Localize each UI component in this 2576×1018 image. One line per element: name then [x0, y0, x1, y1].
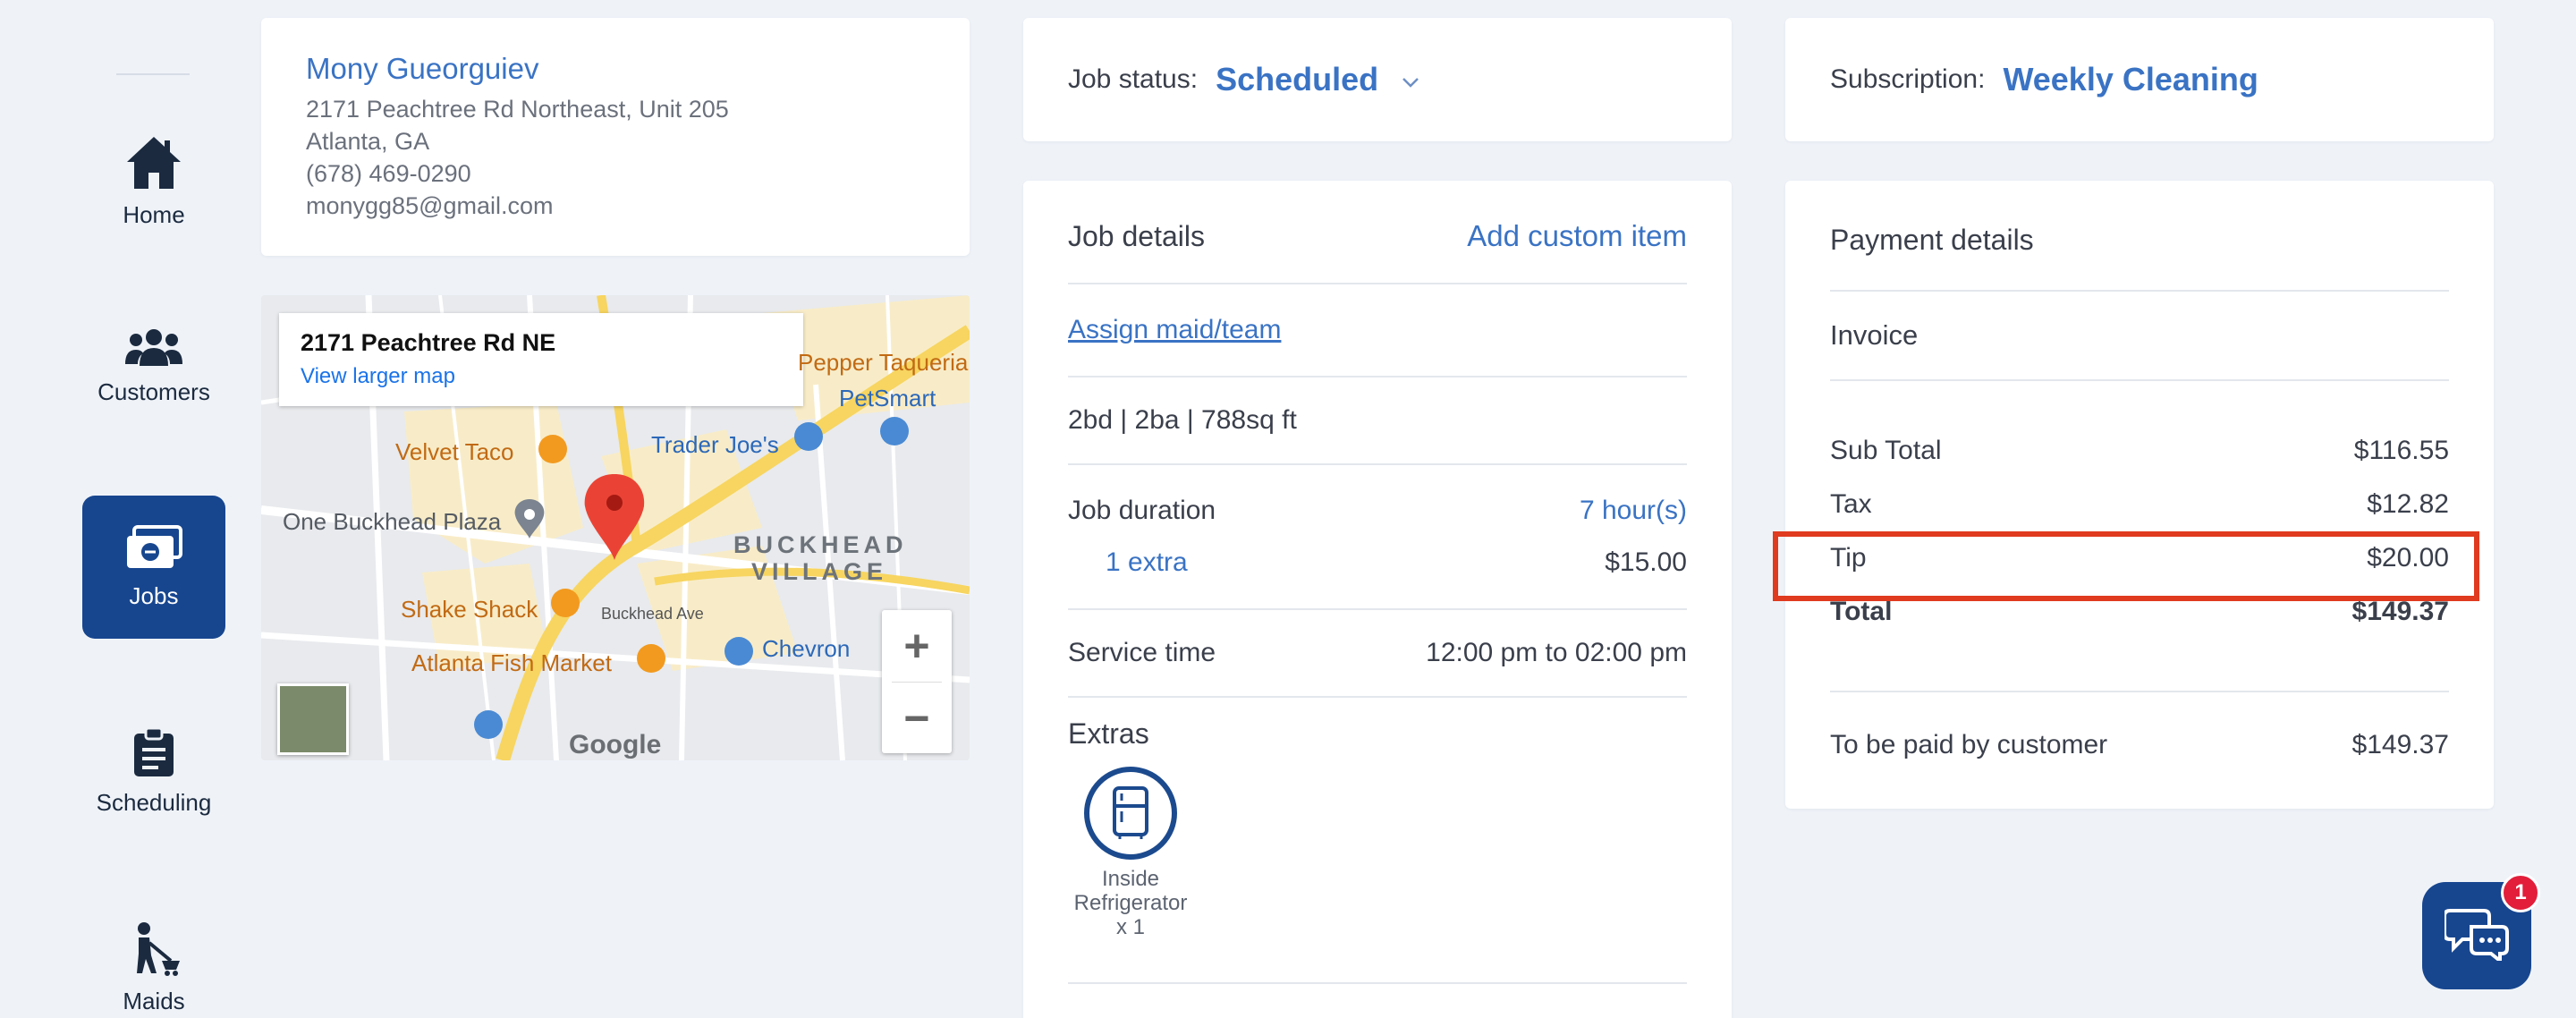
- job-duration-value[interactable]: 7 hour(s): [1580, 496, 1687, 526]
- extra-price: $15.00: [1605, 547, 1687, 577]
- add-custom-item-button[interactable]: Add custom item: [1467, 219, 1687, 253]
- map-district-buckhead: BUCKHEAD: [733, 531, 908, 558]
- extra-item[interactable]: Inside Refrigerator x 1: [1068, 767, 1193, 939]
- map-place-shake-shack[interactable]: Shake Shack: [401, 596, 538, 624]
- total-label: Total: [1830, 597, 1893, 626]
- tax-label: Tax: [1830, 489, 1872, 519]
- sidebar-item-label: Home: [123, 200, 185, 228]
- subtotal-label: Sub Total: [1830, 436, 1942, 465]
- customer-name[interactable]: Mony Gueorguiev: [306, 52, 925, 86]
- property-info: 2bd | 2ba | 788sq ft: [1068, 378, 1687, 465]
- payment-details-title: Payment details: [1830, 181, 2449, 292]
- jobs-icon: [125, 524, 182, 572]
- users-icon: [125, 328, 182, 368]
- tax-row: Tax $12.82: [1830, 478, 2449, 531]
- sidebar-item-label: Jobs: [129, 581, 179, 609]
- sidebar: Home Customers Jobs Scheduling Maids: [0, 0, 225, 1018]
- satellite-toggle[interactable]: [277, 683, 349, 755]
- job-details-title: Job details: [1068, 219, 1205, 252]
- extra-count-link[interactable]: 1 extra: [1068, 547, 1188, 578]
- to-be-paid-row: To be paid by customer $149.37: [1830, 692, 2449, 798]
- service-time-label: Service time: [1068, 638, 1216, 667]
- maid-icon: [126, 921, 182, 977]
- job-duration-label: Job duration: [1068, 496, 1216, 525]
- sidebar-item-label: Customers: [97, 378, 210, 405]
- sidebar-item-jobs[interactable]: Jobs: [82, 496, 225, 639]
- refrigerator-icon: [1084, 767, 1177, 860]
- map-street-buckhead-ave: Buckhead Ave: [601, 605, 704, 623]
- tip-highlight-box: [1773, 531, 2479, 601]
- customer-address: 2171 Peachtree Rd Northeast, Unit 205: [306, 96, 729, 123]
- home-icon: [125, 135, 182, 191]
- location-map[interactable]: 2171 Peachtree Rd NE View larger map Vel…: [261, 295, 970, 760]
- sidebar-item-customers[interactable]: Customers: [82, 295, 225, 438]
- sidebar-item-label: Maids: [123, 987, 185, 1014]
- subscription-label: Subscription:: [1830, 64, 1986, 94]
- map-place-petsmart[interactable]: PetSmart: [839, 385, 936, 412]
- map-place-pepper-taqueria[interactable]: Pepper Taqueria: [798, 349, 968, 377]
- subscription-value[interactable]: Weekly Cleaning: [2003, 61, 2258, 98]
- to-be-paid-label: To be paid by customer: [1830, 730, 2108, 759]
- job-details-header: Job details Add custom item: [1068, 181, 1687, 284]
- chevron-down-icon[interactable]: [1402, 66, 1419, 94]
- job-details-card: Job details Add custom item Assign maid/…: [1023, 181, 1732, 1018]
- zoom-in-button[interactable]: +: [882, 610, 952, 682]
- clipboard-icon: [132, 726, 175, 778]
- map-district-village: VILLAGE: [751, 558, 888, 585]
- view-larger-map-link[interactable]: View larger map: [301, 364, 782, 389]
- customer-phone: (678) 469-0290: [306, 160, 471, 187]
- job-status-value[interactable]: Scheduled: [1216, 61, 1378, 98]
- subtotal-row: Sub Total $116.55: [1830, 424, 2449, 478]
- extras-section: Extras Inside Refrigerator x 1: [1068, 698, 1687, 984]
- map-place-chevron[interactable]: Chevron: [762, 635, 850, 663]
- sidebar-item-label: Scheduling: [96, 788, 212, 816]
- zoom-out-button[interactable]: −: [882, 683, 952, 754]
- customer-city: Atlanta, GA: [306, 128, 430, 155]
- notification-badge: 1: [2501, 873, 2540, 912]
- map-info-address: 2171 Peachtree Rd NE: [301, 329, 556, 356]
- map-place-velvet-taco[interactable]: Velvet Taco: [395, 438, 514, 466]
- job-status-label: Job status:: [1068, 64, 1199, 94]
- service-time-row: Service time 12:00 pm to 02:00 pm: [1068, 610, 1687, 698]
- map-place-trader-joes[interactable]: Trader Joe's: [651, 431, 779, 459]
- to-be-paid-value: $149.37: [2351, 730, 2449, 759]
- assign-row: Assign maid/team: [1068, 284, 1687, 378]
- google-logo: Google: [569, 730, 662, 759]
- map-place-atlanta-fish-market[interactable]: Atlanta Fish Market: [411, 649, 612, 677]
- map-info-window: 2171 Peachtree Rd NE View larger map: [279, 313, 803, 406]
- payment-details-card: Payment details Invoice Sub Total $116.5…: [1785, 181, 2494, 809]
- sidebar-item-scheduling[interactable]: Scheduling: [82, 700, 225, 843]
- sidebar-item-maids[interactable]: Maids: [82, 896, 225, 1018]
- job-duration-section: Job duration 7 hour(s) 1 extra $15.00: [1068, 465, 1687, 610]
- subscription-card: Subscription: Weekly Cleaning: [1785, 18, 2494, 141]
- customer-card: Mony Gueorguiev 2171 Peachtree Rd Northe…: [261, 18, 970, 256]
- sidebar-divider: [116, 73, 190, 75]
- tax-value: $12.82: [2367, 489, 2449, 519]
- total-value: $149.37: [2351, 597, 2449, 626]
- subtotal-value: $116.55: [2353, 436, 2449, 465]
- sidebar-item-home[interactable]: Home: [82, 110, 225, 253]
- extra-item-label: Inside Refrigerator x 1: [1073, 867, 1188, 939]
- invoice-link[interactable]: Invoice: [1830, 292, 2449, 381]
- assign-maid-team-link[interactable]: Assign maid/team: [1068, 315, 1281, 345]
- job-status-card: Job status: Scheduled: [1023, 18, 1732, 141]
- map-place-one-buckhead-plaza[interactable]: One Buckhead Plaza: [283, 508, 501, 536]
- chat-icon: [2443, 907, 2509, 965]
- service-time-value: 12:00 pm to 02:00 pm: [1426, 638, 1687, 667]
- customer-email: monygg85@gmail.com: [306, 192, 554, 219]
- extras-title: Extras: [1068, 717, 1149, 750]
- map-zoom-controls: + −: [882, 610, 952, 753]
